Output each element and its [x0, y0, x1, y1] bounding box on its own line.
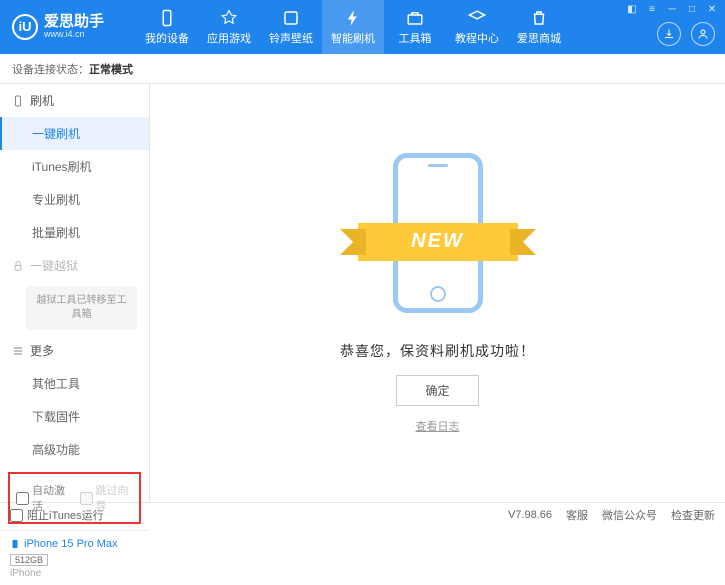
skin-button[interactable]: ◧	[627, 4, 637, 14]
sidebar-group-more[interactable]: 更多	[0, 334, 149, 367]
toolbox-icon	[405, 8, 425, 28]
sidebar-item-pro-flash[interactable]: 专业刷机	[0, 183, 149, 216]
lock-icon	[12, 260, 24, 272]
sidebar-item-download-firmware[interactable]: 下载固件	[0, 400, 149, 433]
version-label: V7.98.66	[508, 509, 552, 521]
flash-group-icon	[12, 95, 24, 107]
nav-apps-games[interactable]: 应用游戏	[198, 0, 260, 54]
sidebar-item-onekey-flash[interactable]: 一键刷机	[0, 117, 149, 150]
device-capacity: 512GB	[10, 554, 48, 566]
status-label: 设备连接状态：	[12, 61, 89, 77]
flash-icon	[343, 8, 363, 28]
jailbreak-note: 越狱工具已转移至工具箱	[26, 286, 137, 330]
view-log-link[interactable]: 查看日志	[416, 418, 460, 434]
nav-toolbox[interactable]: 工具箱	[384, 0, 446, 54]
tutorial-icon	[467, 8, 487, 28]
checkbox-block-itunes[interactable]: 阻止iTunes运行	[10, 507, 104, 523]
device-name[interactable]: iPhone 15 Pro Max	[10, 537, 139, 551]
maximize-button[interactable]: □	[687, 4, 697, 14]
sidebar-item-itunes-flash[interactable]: iTunes刷机	[0, 150, 149, 183]
sidebar-item-other-tools[interactable]: 其他工具	[0, 367, 149, 400]
user-button[interactable]	[691, 22, 715, 46]
ok-button[interactable]: 确定	[396, 375, 478, 406]
footer-support[interactable]: 客服	[566, 507, 588, 523]
device-info: iPhone 15 Pro Max 512GB iPhone	[0, 530, 149, 585]
close-button[interactable]: ✕	[707, 4, 717, 14]
main-content: NEW 恭喜您，保资料刷机成功啦！ 确定 查看日志	[150, 84, 725, 502]
nav-store[interactable]: 爱思商城	[508, 0, 570, 54]
device-icon	[157, 8, 177, 28]
minimize-button[interactable]: ─	[667, 4, 677, 14]
download-button[interactable]	[657, 22, 681, 46]
success-message: 恭喜您，保资料刷机成功啦！	[340, 341, 535, 361]
top-nav: 我的设备 应用游戏 铃声壁纸 智能刷机 工具箱 教程中心 爱思商城	[136, 0, 570, 54]
list-icon	[12, 345, 24, 357]
sidebar-group-jailbreak: 一键越狱	[0, 249, 149, 282]
app-url: www.i4.cn	[44, 30, 104, 40]
store-icon	[529, 8, 549, 28]
app-logo: iU 爱思助手 www.i4.cn	[0, 14, 116, 40]
footer-wechat[interactable]: 微信公众号	[602, 507, 657, 523]
logo-icon: iU	[12, 14, 38, 40]
device-type: iPhone	[10, 568, 139, 579]
sidebar-item-batch-flash[interactable]: 批量刷机	[0, 216, 149, 249]
media-icon	[281, 8, 301, 28]
app-title: 爱思助手	[44, 14, 104, 31]
phone-icon	[10, 537, 20, 551]
footer-check-update[interactable]: 检查更新	[671, 507, 715, 523]
sidebar-item-advanced[interactable]: 高级功能	[0, 433, 149, 466]
nav-tutorial[interactable]: 教程中心	[446, 0, 508, 54]
nav-ringtone-wallpaper[interactable]: 铃声壁纸	[260, 0, 322, 54]
apps-icon	[219, 8, 239, 28]
sidebar-group-flash[interactable]: 刷机	[0, 84, 149, 117]
nav-smart-flash[interactable]: 智能刷机	[322, 0, 384, 54]
status-value: 正常模式	[89, 61, 133, 77]
status-bar: 设备连接状态： 正常模式	[0, 54, 725, 84]
new-ribbon: NEW	[358, 223, 518, 261]
menu-button[interactable]: ≡	[647, 4, 657, 14]
success-illustration: NEW	[348, 153, 528, 323]
sidebar: 刷机 一键刷机 iTunes刷机 专业刷机 批量刷机 一键越狱 越狱工具已转移至…	[0, 84, 150, 502]
nav-my-device[interactable]: 我的设备	[136, 0, 198, 54]
